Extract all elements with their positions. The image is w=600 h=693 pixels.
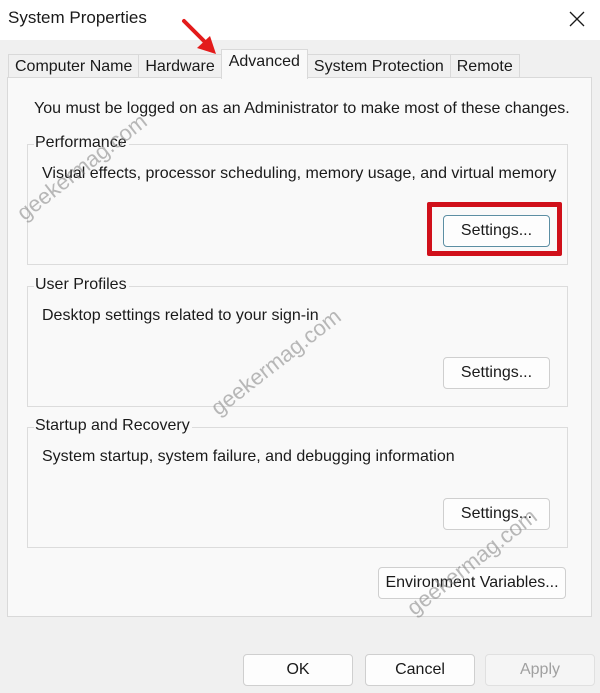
performance-group-label: Performance [34, 134, 129, 152]
startup-recovery-group: Startup and Recovery System startup, sys… [27, 417, 568, 548]
close-icon [569, 11, 585, 27]
apply-button[interactable]: Apply [485, 654, 595, 686]
cancel-button[interactable]: Cancel [365, 654, 475, 686]
user-profiles-group: User Profiles Desktop settings related t… [27, 276, 568, 407]
environment-variables-button[interactable]: Environment Variables... [378, 567, 566, 599]
tab-bar: Computer Name Hardware Advanced System P… [8, 49, 520, 79]
window-title: System Properties [8, 8, 147, 27]
tab-advanced[interactable]: Advanced [220, 49, 308, 79]
user-profiles-group-label: User Profiles [34, 276, 129, 294]
user-profiles-description: Desktop settings related to your sign-in [42, 307, 319, 324]
tab-hardware[interactable]: Hardware [138, 54, 222, 78]
tab-system-protection[interactable]: System Protection [306, 54, 451, 78]
tab-computer-name[interactable]: Computer Name [8, 54, 140, 78]
advanced-tab-panel: You must be logged on as an Administrato… [7, 77, 592, 617]
startup-recovery-group-label: Startup and Recovery [34, 417, 192, 435]
ok-button[interactable]: OK [243, 654, 353, 686]
close-button[interactable] [554, 0, 600, 38]
startup-recovery-description: System startup, system failure, and debu… [42, 448, 455, 465]
title-bar: System Properties [0, 0, 600, 40]
performance-description: Visual effects, processor scheduling, me… [42, 165, 557, 182]
performance-group: Performance Visual effects, processor sc… [27, 134, 568, 265]
performance-settings-button[interactable]: Settings... [443, 215, 550, 247]
admin-note: You must be logged on as an Administrato… [34, 100, 570, 117]
startup-recovery-settings-button[interactable]: Settings... [443, 498, 550, 530]
user-profiles-settings-button[interactable]: Settings... [443, 357, 550, 389]
tab-remote[interactable]: Remote [449, 54, 520, 78]
